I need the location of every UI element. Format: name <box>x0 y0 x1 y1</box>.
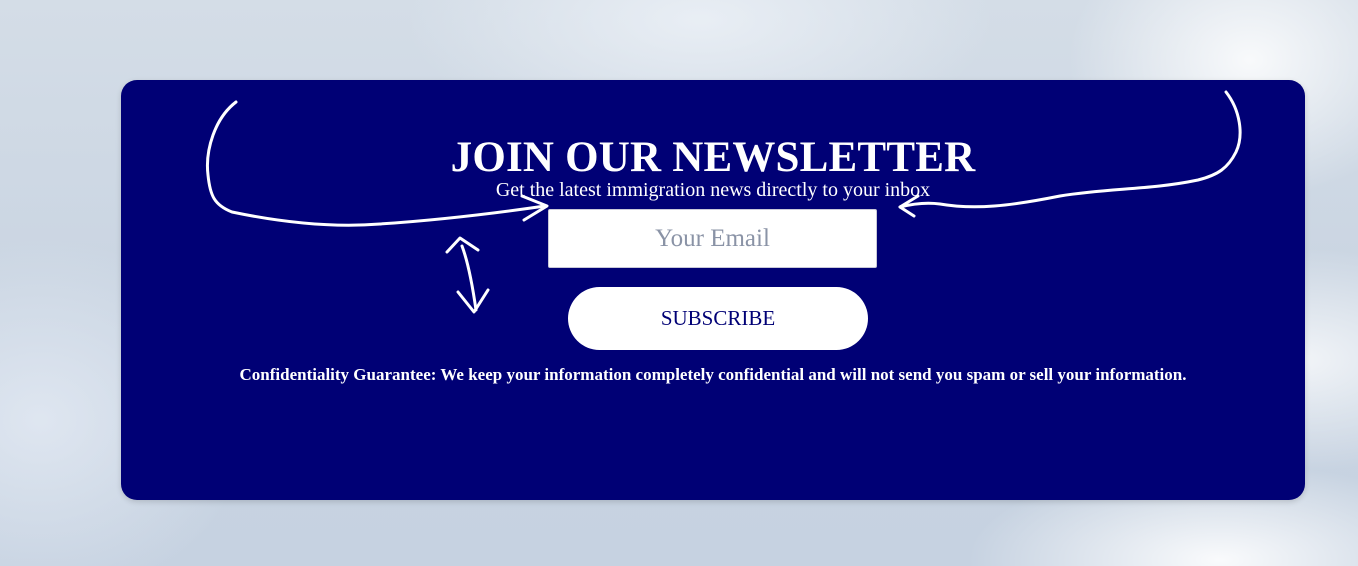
newsletter-card: JOIN OUR NEWSLETTER Get the latest immig… <box>121 80 1305 500</box>
newsletter-title: JOIN OUR NEWSLETTER <box>450 134 976 181</box>
email-input[interactable] <box>548 209 877 268</box>
subscribe-button[interactable]: SUBSCRIBE <box>568 287 868 350</box>
newsletter-subtitle: Get the latest immigration news directly… <box>495 179 931 201</box>
confidentiality-note: Confidentiality Guarantee: We keep your … <box>239 365 1187 384</box>
